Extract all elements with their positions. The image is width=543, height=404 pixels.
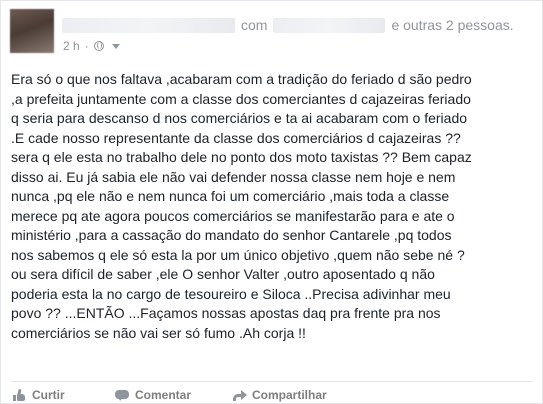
post-text-line: ,a prefeita juntamente com a classe dos … (11, 90, 471, 107)
tagged-others-link[interactable]: e outras 2 pessoas. (391, 17, 513, 33)
tagged-friend-redacted[interactable] (273, 17, 386, 33)
post-text-line: sera q ele esta no trabalho dele no pont… (11, 149, 472, 165)
feed-post: com e outras 2 pessoas. 2 h · Era só o q… (0, 0, 543, 404)
comment-label: Comentar (135, 388, 192, 402)
share-label: Compartilhar (252, 388, 327, 402)
share-icon (233, 389, 247, 401)
post-actions-bar: Curtir Comentar Compartilhar (13, 386, 327, 404)
share-button[interactable]: Compartilhar (233, 388, 327, 402)
meta-separator: · (84, 39, 89, 53)
post-meta: 2 h · (63, 39, 120, 53)
post-text: Era só o que nos faltava ,acabaram com a… (11, 70, 531, 343)
post-text-line: .E cade nosso representante da classe do… (11, 129, 461, 146)
like-button[interactable]: Curtir (13, 388, 115, 402)
post-header: com e outras 2 pessoas. (62, 15, 514, 35)
actions-divider (11, 381, 532, 382)
comment-icon (115, 389, 129, 401)
comment-button[interactable]: Comentar (115, 388, 233, 402)
post-text-line: ou sera difícil de saber ,ele O senhor V… (11, 266, 435, 282)
post-text-line: Era só o que nos faltava ,acabaram com a… (11, 71, 472, 87)
post-text-line: q seria para descanso d nos comerciários… (11, 110, 468, 126)
avatar[interactable] (10, 9, 54, 53)
post-text-line: comerciários se não vai ser só fumo .Ah … (11, 324, 306, 341)
with-word: com (241, 17, 268, 33)
post-text-line: poderia esta la no cargo de tesoureiro e… (11, 285, 451, 302)
post-timestamp[interactable]: 2 h (63, 39, 80, 53)
post-text-line: ministério ,para a cassação do mandato d… (11, 227, 452, 243)
like-icon (13, 388, 26, 401)
like-label: Curtir (32, 388, 65, 402)
post-text-line: povo ?? ...ENTÃO ...Façamos nossas apost… (11, 305, 441, 321)
post-text-line: nos sabemos q ele só esta la por um únic… (11, 246, 465, 263)
post-text-line: merece pq ate agora poucos comerciários … (11, 207, 455, 224)
post-text-line: disso ai. Eu já sabia ele não vai defend… (11, 168, 456, 185)
post-text-line: nunca ,pq ele não e nem nunca foi um com… (11, 188, 450, 204)
chevron-down-icon[interactable] (111, 43, 120, 49)
globe-icon[interactable] (93, 41, 104, 51)
author-name-redacted[interactable] (62, 17, 235, 33)
